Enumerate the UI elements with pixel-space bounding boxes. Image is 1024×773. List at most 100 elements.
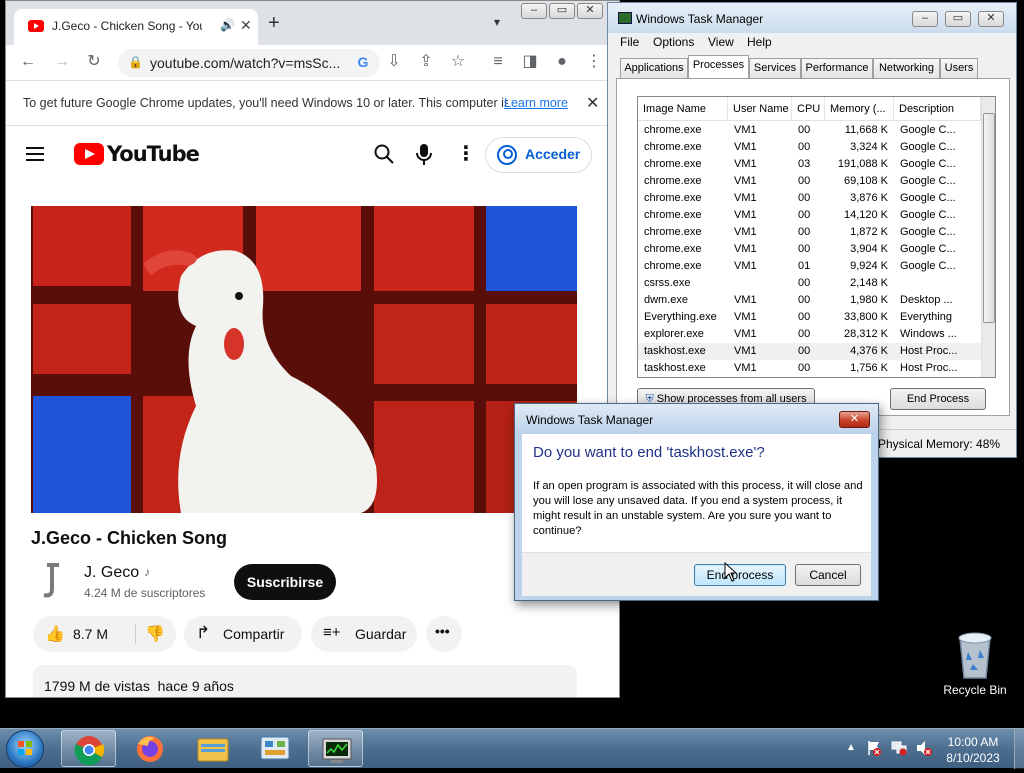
process-list-scrollbar[interactable] (981, 97, 995, 377)
scrollbar-thumb[interactable] (983, 113, 995, 323)
bookmark-star-icon[interactable]: ☆ (448, 53, 468, 71)
process-row[interactable]: dwm.exe VM1 00 1,980 K Desktop ... (638, 292, 981, 309)
process-row[interactable]: chrome.exe VM1 00 69,108 K Google C... (638, 173, 981, 190)
search-icon[interactable] (373, 143, 395, 165)
tab-youtube[interactable]: J.Geco - Chicken Song - YouTube 🔊 ✕ (14, 9, 258, 45)
tab-services[interactable]: Services (749, 58, 801, 78)
confirm-end-process-button[interactable]: End process (694, 564, 786, 586)
show-desktop-button[interactable] (1014, 729, 1024, 769)
taskbar-file-explorer[interactable] (185, 730, 240, 767)
menu-help[interactable]: Help (747, 35, 772, 49)
tm-maximize-button[interactable]: ▭ (945, 11, 971, 27)
media-controls-icon[interactable]: ≡ (488, 53, 508, 71)
tab-title: J.Geco - Chicken Song - YouTube (52, 19, 202, 33)
learn-more-link[interactable]: Learn more (504, 96, 568, 110)
menu-options[interactable]: Options (653, 35, 694, 49)
process-desc-cell: Desktop ... (900, 294, 953, 306)
menu-file[interactable]: File (620, 35, 639, 49)
process-row[interactable]: chrome.exe VM1 00 1,872 K Google C... (638, 224, 981, 241)
start-button[interactable] (6, 730, 44, 768)
side-panel-icon[interactable]: ◨ (520, 53, 540, 71)
process-row[interactable]: explorer.exe VM1 00 28,312 K Windows ... (638, 326, 981, 343)
task-manager-titlebar[interactable]: Windows Task Manager – ▭ ✕ (608, 3, 1016, 33)
google-lens-icon[interactable]: G (353, 53, 373, 71)
process-row[interactable]: chrome.exe VM1 00 3,904 K Google C... (638, 241, 981, 258)
subscribe-button[interactable]: Suscribirse (234, 564, 336, 600)
profile-icon[interactable]: ● (552, 53, 572, 71)
tab-users[interactable]: Users (940, 58, 978, 78)
chrome-menu-icon[interactable]: ⋮ (584, 53, 604, 71)
taskbar-task-manager[interactable] (308, 730, 363, 767)
share-button[interactable]: ↱ Compartir (184, 616, 302, 652)
action-center-flag-icon[interactable] (866, 740, 882, 756)
infobar-close-button[interactable]: ✕ (586, 93, 599, 113)
process-row[interactable]: chrome.exe VM1 00 11,668 K Google C... (638, 122, 981, 139)
address-bar[interactable]: 🔒 youtube.com/watch?v=msSc... (118, 49, 380, 77)
process-list[interactable]: Image Name User Name CPU Memory (... Des… (637, 96, 996, 378)
hamburger-menu-icon[interactable] (26, 147, 44, 161)
dialog-titlebar[interactable]: Windows Task Manager ✕ (515, 404, 878, 434)
tab-search-chevron-icon[interactable]: ▾ (494, 15, 500, 29)
more-options-icon[interactable]: ⋮ (456, 141, 476, 166)
tab-applications[interactable]: Applications (620, 58, 688, 78)
col-image-name[interactable]: Image Name (638, 97, 728, 121)
new-tab-button[interactable]: + (268, 13, 280, 33)
process-row[interactable]: csrss.exe 00 2,148 K (638, 275, 981, 292)
col-user-name[interactable]: User Name (728, 97, 792, 121)
install-app-icon[interactable]: ⇩ (384, 53, 404, 71)
reload-icon[interactable]: ↻ (84, 53, 104, 71)
like-count[interactable]: 8.7 M (73, 626, 108, 642)
description-box[interactable]: 1799 M de vistas hace 9 años (33, 665, 577, 697)
show-hidden-icons-button[interactable]: ▲ (846, 742, 856, 753)
network-icon[interactable] (891, 740, 907, 756)
col-memory[interactable]: Memory (... (825, 97, 894, 121)
chrome-close-button[interactable]: ✕ (577, 3, 603, 19)
tab-close-button[interactable]: ✕ (240, 17, 252, 34)
tab-performance[interactable]: Performance (801, 58, 873, 78)
microphone-icon[interactable] (416, 143, 432, 167)
more-actions-button[interactable]: ••• (426, 616, 462, 652)
tm-minimize-button[interactable]: – (912, 11, 938, 27)
taskbar-chrome[interactable] (61, 730, 116, 767)
chrome-maximize-button[interactable]: ▭ (549, 3, 575, 19)
task-manager-title: Windows Task Manager (636, 12, 764, 26)
dialog-close-button[interactable]: ✕ (839, 411, 870, 428)
sign-in-button[interactable]: Acceder (485, 137, 592, 173)
volume-muted-icon[interactable] (915, 740, 933, 756)
process-row[interactable]: chrome.exe VM1 00 3,324 K Google C... (638, 139, 981, 156)
process-row[interactable]: taskhost.exe VM1 00 4,376 K Host Proc... (638, 343, 981, 360)
tm-close-button[interactable]: ✕ (978, 11, 1004, 27)
process-row[interactable]: taskhost.exe VM1 00 1,756 K Host Proc... (638, 360, 981, 377)
tab-networking[interactable]: Networking (873, 58, 940, 78)
back-icon[interactable]: ← (18, 53, 38, 71)
process-row[interactable]: chrome.exe VM1 01 9,924 K Google C... (638, 258, 981, 275)
cancel-button[interactable]: Cancel (795, 564, 861, 586)
youtube-favicon-icon (28, 20, 44, 32)
process-row[interactable]: chrome.exe VM1 00 3,876 K Google C... (638, 190, 981, 207)
menu-view[interactable]: View (708, 35, 734, 49)
video-player[interactable] (31, 206, 577, 513)
share-icon[interactable]: ⇪ (416, 53, 436, 71)
audio-playing-icon[interactable]: 🔊 (220, 18, 235, 32)
taskbar-firefox[interactable] (122, 730, 177, 767)
col-cpu[interactable]: CPU (792, 97, 825, 121)
forward-icon[interactable]: → (52, 53, 72, 71)
channel-name[interactable]: J. Geco (84, 564, 139, 582)
process-row[interactable]: chrome.exe VM1 00 14,120 K Google C... (638, 207, 981, 224)
clock[interactable]: 10:00 AM 8/10/2023 (940, 734, 1006, 766)
process-row[interactable]: Everything.exe VM1 00 33,800 K Everything (638, 309, 981, 326)
channel-avatar[interactable] (38, 561, 66, 601)
end-process-button[interactable]: End Process (890, 388, 986, 410)
lock-icon[interactable]: 🔒 (128, 55, 143, 69)
process-name-cell: chrome.exe (644, 175, 702, 187)
thumbs-up-icon[interactable]: 👍 (45, 624, 65, 644)
col-description[interactable]: Description (894, 97, 981, 121)
thumbs-down-icon[interactable]: 👎 (145, 624, 165, 644)
save-button[interactable]: ≡+ Guardar (311, 616, 417, 652)
tab-processes[interactable]: Processes (688, 55, 749, 79)
taskbar-control-panel[interactable] (247, 730, 302, 767)
process-row[interactable]: chrome.exe VM1 03 191,088 K Google C... (638, 156, 981, 173)
recycle-bin[interactable]: Recycle Bin (940, 630, 1010, 700)
process-desc-cell: Host Proc... (900, 362, 958, 374)
chrome-minimize-button[interactable]: – (521, 3, 547, 19)
